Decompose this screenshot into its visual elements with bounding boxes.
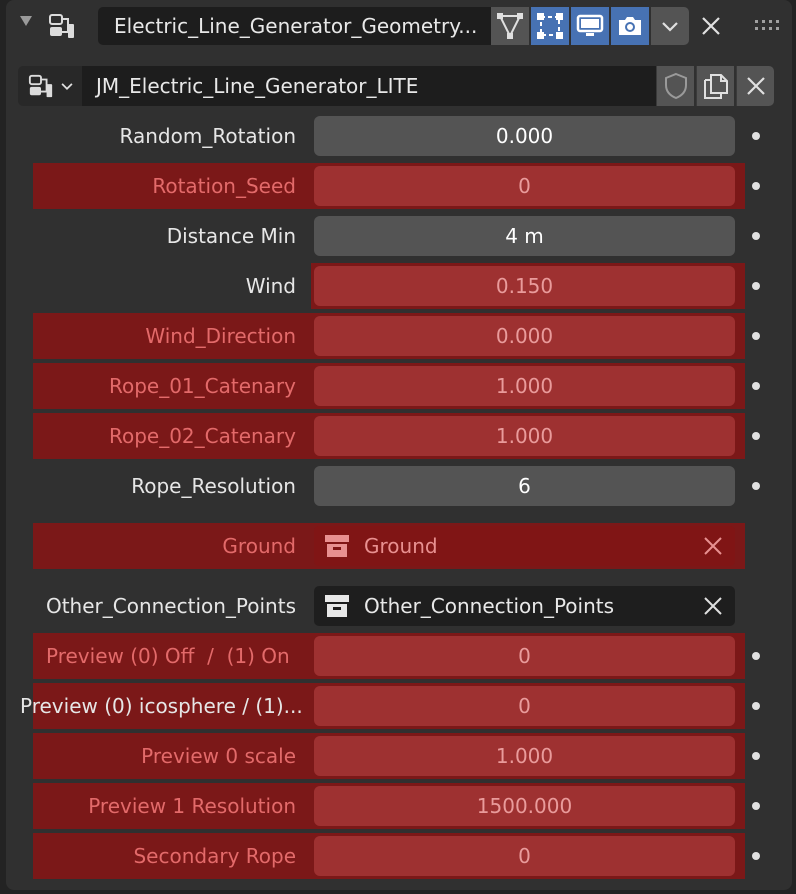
property-label: Other_Connection_Points bbox=[45, 594, 296, 618]
number-field[interactable]: 0.000 bbox=[314, 316, 735, 356]
property-label: Random_Rotation bbox=[119, 124, 296, 148]
keyframe-dot-icon[interactable] bbox=[752, 802, 760, 810]
property-row-secondary-rope: Secondary Rope 0 bbox=[6, 833, 792, 879]
on-cage-toggle[interactable] bbox=[531, 7, 569, 45]
number-field[interactable]: 1.000 bbox=[314, 366, 735, 406]
chevron-down-icon bbox=[662, 22, 678, 32]
property-row-random-rotation: Random_Rotation 0.000 bbox=[6, 113, 792, 159]
number-field[interactable]: 1500.000 bbox=[314, 786, 735, 826]
expand-triangle-icon[interactable] bbox=[20, 16, 32, 26]
modifier-menu-button[interactable] bbox=[651, 7, 689, 45]
keyframe-dot-icon[interactable] bbox=[752, 652, 760, 660]
duplicate-node-group-button[interactable] bbox=[696, 66, 734, 106]
property-row-wind: Wind 0.150 bbox=[6, 263, 792, 309]
property-row-wind-direction: Wind_Direction 0.000 bbox=[6, 313, 792, 359]
node-group-selector: JM_Electric_Line_Generator_LITE bbox=[18, 66, 776, 106]
property-row-distance-min: Distance Min 4 m bbox=[6, 213, 792, 259]
number-field[interactable]: 0 bbox=[314, 686, 735, 726]
collection-box-icon bbox=[325, 535, 349, 557]
fake-user-button[interactable] bbox=[656, 66, 694, 106]
duplicate-icon bbox=[703, 74, 728, 99]
number-field[interactable]: 0 bbox=[314, 836, 735, 876]
number-field[interactable]: 0 bbox=[314, 166, 735, 206]
keyframe-dot-icon[interactable] bbox=[752, 282, 760, 290]
number-field[interactable]: 0.150 bbox=[314, 266, 735, 306]
property-label: Preview 0 scale bbox=[141, 744, 296, 768]
property-row-preview-0-scale: Preview 0 scale 1.000 bbox=[6, 733, 792, 779]
close-icon bbox=[746, 77, 765, 95]
property-label: Wind_Direction bbox=[145, 324, 296, 348]
property-row-other-connection-points: Other_Connection_Points Other_Connection… bbox=[6, 583, 792, 629]
object-field-other-connection-points[interactable]: Other_Connection_Points bbox=[314, 586, 735, 626]
property-label: Rope_02_Catenary bbox=[108, 424, 296, 448]
viewport-icon bbox=[576, 14, 604, 36]
property-label: Preview (0) icosphere / (1)... bbox=[20, 694, 303, 718]
close-icon[interactable] bbox=[703, 536, 723, 556]
number-field[interactable]: 4 m bbox=[314, 216, 735, 256]
remove-modifier-button[interactable] bbox=[696, 11, 726, 41]
number-field[interactable]: 0.000 bbox=[314, 116, 735, 156]
property-label: Ground bbox=[222, 534, 296, 558]
property-row-preview-1-resolution: Preview 1 Resolution 1500.000 bbox=[6, 783, 792, 829]
number-field[interactable]: 0 bbox=[314, 636, 735, 676]
property-label: Distance Min bbox=[166, 224, 296, 248]
property-row-preview-type: Preview (0) icosphere / (1)... 0 bbox=[6, 683, 792, 729]
number-field[interactable]: 1.000 bbox=[314, 416, 735, 456]
property-row-rope-resolution: Rope_Resolution 6 bbox=[6, 463, 792, 509]
close-icon[interactable] bbox=[703, 596, 723, 616]
keyframe-dot-icon[interactable] bbox=[752, 752, 760, 760]
render-toggle[interactable] bbox=[611, 7, 649, 45]
object-field-value: Other_Connection_Points bbox=[364, 594, 615, 618]
keyframe-dot-icon[interactable] bbox=[752, 432, 760, 440]
property-row-rotation-seed: Rotation_Seed 0 bbox=[6, 163, 792, 209]
fake-user-shield-icon bbox=[664, 72, 687, 100]
property-label: Rope_Resolution bbox=[131, 474, 296, 498]
on-cage-icon bbox=[537, 13, 563, 39]
keyframe-dot-icon[interactable] bbox=[752, 382, 760, 390]
viewport-toggle[interactable] bbox=[571, 7, 609, 45]
property-label: Preview 1 Resolution bbox=[88, 794, 296, 818]
property-label: Preview (0) Off / (1) On bbox=[46, 644, 290, 668]
property-label: Rotation_Seed bbox=[152, 174, 296, 198]
keyframe-dot-icon[interactable] bbox=[752, 332, 760, 340]
object-field-ground[interactable]: Ground bbox=[314, 526, 735, 566]
number-field[interactable]: 1.000 bbox=[314, 736, 735, 776]
keyframe-dot-icon[interactable] bbox=[752, 182, 760, 190]
unlink-node-group-button[interactable] bbox=[736, 66, 774, 106]
keyframe-dot-icon[interactable] bbox=[752, 702, 760, 710]
property-row-rope-01-catenary: Rope_01_Catenary 1.000 bbox=[6, 363, 792, 409]
keyframe-dot-icon[interactable] bbox=[752, 482, 760, 490]
modifier-header: Electric_Line_Generator_Geometry... bbox=[6, 0, 792, 52]
drag-grip-icon[interactable] bbox=[754, 18, 780, 32]
collection-box-icon bbox=[325, 595, 349, 617]
close-icon bbox=[702, 17, 720, 35]
chevron-down-icon bbox=[61, 83, 73, 91]
geometry-nodes-modifier-icon bbox=[49, 14, 74, 38]
keyframe-dot-icon[interactable] bbox=[752, 132, 760, 140]
node-tree-icon bbox=[28, 74, 53, 98]
edit-mode-toggle[interactable] bbox=[491, 7, 529, 45]
keyframe-dot-icon[interactable] bbox=[752, 232, 760, 240]
property-row-ground: Ground Ground bbox=[6, 523, 792, 569]
node-group-name[interactable]: JM_Electric_Line_Generator_LITE bbox=[82, 66, 656, 106]
object-field-value: Ground bbox=[364, 534, 438, 558]
property-label: Secondary Rope bbox=[133, 844, 296, 868]
number-field[interactable]: 6 bbox=[314, 466, 735, 506]
property-row-preview-on-off: Preview (0) Off / (1) On 0 bbox=[6, 633, 792, 679]
keyframe-dot-icon[interactable] bbox=[752, 852, 760, 860]
modifier-name-field[interactable]: Electric_Line_Generator_Geometry... bbox=[98, 7, 491, 45]
property-label: Wind bbox=[245, 274, 296, 298]
edit-mode-icon bbox=[497, 13, 523, 39]
node-tree-browse-button[interactable] bbox=[18, 66, 82, 106]
render-icon bbox=[619, 17, 641, 35]
modifier-panel: Electric_Line_Generator_Geometry... JM_E… bbox=[6, 0, 792, 890]
property-label: Rope_01_Catenary bbox=[108, 374, 296, 398]
property-row-rope-02-catenary: Rope_02_Catenary 1.000 bbox=[6, 413, 792, 459]
